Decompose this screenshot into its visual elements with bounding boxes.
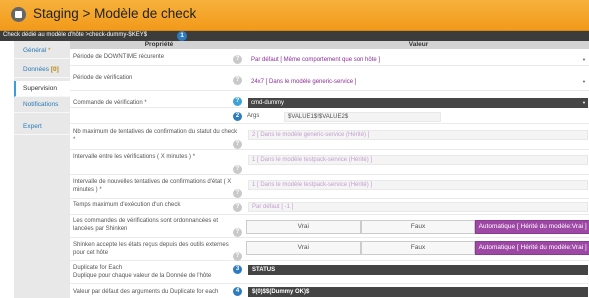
app-header: Staging > Modèle de check bbox=[0, 0, 589, 31]
check-command-select[interactable]: cmd-dummy ▼ bbox=[248, 98, 588, 108]
row-passive-checks: Shinken accepte les états reçus depuis d… bbox=[70, 239, 589, 261]
column-header-value: Valeur bbox=[248, 41, 589, 49]
help-icon[interactable]: ? bbox=[233, 140, 242, 149]
breadcrumb-text: Check dédié au modèle d'hôte >check-dumm… bbox=[3, 32, 148, 38]
timeout-input[interactable]: Par défaut [ -1 ] bbox=[248, 202, 588, 212]
help-icon[interactable]: ? bbox=[233, 97, 242, 106]
caret-down-icon: ▼ bbox=[582, 57, 586, 62]
help-icon[interactable]: ? bbox=[233, 55, 242, 64]
option-automatique[interactable]: Automatique [ Hérité du modèle:Vrai ] bbox=[475, 241, 589, 255]
tab-expert[interactable]: Expert bbox=[14, 119, 70, 135]
check-command-value: cmd-dummy bbox=[251, 100, 285, 106]
row-check-interval: Intervalle entre les vérifications ( X m… bbox=[70, 151, 589, 175]
caret-down-icon: ▼ bbox=[582, 79, 586, 84]
duplicate-for-each-input[interactable]: STATUS bbox=[248, 265, 588, 275]
check-interval-label: Intervalle entre les vérifications ( X m… bbox=[73, 154, 196, 160]
row-check-command: Commande de vérification * ? cmd-dummy ▼ bbox=[70, 96, 589, 108]
retry-interval-input[interactable]: 1 [ Dans le modèle testpack-service (Hér… bbox=[248, 180, 588, 190]
option-faux[interactable]: Faux bbox=[360, 241, 476, 255]
tab-expert-label: Expert bbox=[23, 123, 42, 130]
sidebar: Général * Données [0] Supervision Notifi… bbox=[14, 41, 70, 298]
required-mark: * bbox=[47, 47, 51, 54]
timeout-label: Temps maximum d'exécution d'un check bbox=[73, 202, 181, 208]
tab-notifications[interactable]: Notifications bbox=[14, 97, 70, 113]
duplicate-for-each-label: Duplicate for Each bbox=[73, 265, 123, 271]
downtime-select[interactable]: Par défaut [ Même comportement que son h… bbox=[248, 55, 588, 65]
row-check-period: Période de vérification ? 24x7 [ Dans le… bbox=[70, 69, 589, 91]
check-command-label: Commande de vérification * bbox=[73, 100, 147, 106]
args-label: Args bbox=[247, 113, 260, 119]
active-checks-toggle: Vrai Faux Automatique [ Hérité du modèle… bbox=[246, 220, 589, 234]
row-downtime: Période de DOWNTIME récurente ? Par défa… bbox=[70, 50, 589, 66]
step-badge-1: 1 bbox=[177, 31, 187, 41]
row-timeout: Temps maximum d'exécution d'un check ? P… bbox=[70, 200, 589, 215]
tab-supervision[interactable]: Supervision bbox=[14, 81, 70, 97]
column-header-property: Propriété bbox=[70, 41, 248, 49]
duplicate-default-input[interactable]: $(0)$$(Dummy OK)$ bbox=[248, 287, 588, 297]
duplicate-default-label: Valeur par défaut des arguments du Dupli… bbox=[73, 289, 219, 295]
row-duplicate-default: Valeur par défaut des arguments du Dupli… bbox=[70, 285, 589, 298]
tab-general-label: Général bbox=[23, 47, 47, 54]
breadcrumb: Check dédié au modèle d'hôte >check-dumm… bbox=[0, 31, 589, 41]
tab-donnees-label: Données bbox=[23, 66, 50, 73]
downtime-label: Période de DOWNTIME récurente bbox=[73, 54, 165, 60]
row-max-attempts: Nb maximum de tentatives de confirmation… bbox=[70, 126, 589, 150]
step-badge-2: 2 bbox=[233, 112, 242, 121]
help-icon[interactable]: ? bbox=[233, 165, 242, 174]
max-attempts-label: Nb maximum de tentatives de confirmation… bbox=[73, 129, 238, 143]
tab-donnees[interactable]: Données [0] bbox=[14, 62, 70, 78]
check-period-value: 24x7 [ Dans le modèle generic-service ] bbox=[251, 79, 357, 85]
downtime-value: Par défaut [ Même comportement que son h… bbox=[251, 57, 381, 63]
args-input[interactable]: $VALUE1$!$VALUE2$ bbox=[284, 112, 441, 122]
step-badge-4: 4 bbox=[233, 287, 242, 296]
duplicate-for-each-sublabel: Duplique pour chaque valeur de la Donnée… bbox=[73, 273, 212, 279]
check-period-select[interactable]: 24x7 [ Dans le modèle generic-service ] … bbox=[248, 77, 588, 87]
tab-general[interactable]: Général * bbox=[14, 43, 70, 59]
max-attempts-input[interactable]: 2 [ Dans le modèle generic-service (Héri… bbox=[248, 130, 588, 140]
caret-down-icon: ▼ bbox=[582, 100, 586, 105]
option-faux[interactable]: Faux bbox=[360, 220, 476, 234]
step-badge-3: 3 bbox=[233, 265, 242, 274]
active-checks-label: Les commandes de vérifications sont ordo… bbox=[73, 218, 219, 232]
option-vrai[interactable]: Vrai bbox=[246, 241, 361, 255]
option-vrai[interactable]: Vrai bbox=[246, 220, 361, 234]
page-title: Staging > Modèle de check bbox=[33, 6, 197, 21]
check-period-label: Période de vérification bbox=[73, 75, 133, 81]
option-automatique[interactable]: Automatique [ Hérité du modèle:Vrai ] bbox=[475, 220, 589, 234]
row-duplicate-for-each: Duplicate for Each Duplique pour chaque … bbox=[70, 262, 589, 284]
shinken-logo-icon bbox=[11, 7, 26, 22]
check-interval-input[interactable]: 1 [ Dans le modèle testpack-service (Hér… bbox=[248, 155, 588, 165]
passive-checks-toggle: Vrai Faux Automatique [ Hérité du modèle… bbox=[246, 241, 589, 255]
passive-checks-label: Shinken accepte les états reçus depuis d… bbox=[73, 242, 229, 256]
retry-interval-label: Intervalle de nouvelles tentatives de co… bbox=[73, 179, 232, 193]
help-icon[interactable]: ? bbox=[233, 189, 242, 198]
help-icon[interactable]: ? bbox=[233, 76, 242, 85]
help-icon[interactable]: ? bbox=[233, 203, 242, 212]
tab-notifications-label: Notifications bbox=[23, 101, 59, 108]
row-active-checks: Les commandes de vérifications sont ordo… bbox=[70, 216, 589, 238]
help-icon[interactable]: ? bbox=[233, 228, 242, 237]
tab-donnees-count: [0] bbox=[50, 66, 59, 73]
tab-supervision-label: Supervision bbox=[23, 85, 57, 92]
row-retry-interval: Intervalle de nouvelles tentatives de co… bbox=[70, 176, 589, 199]
row-args: 2 Args $VALUE1$!$VALUE2$ bbox=[70, 108, 589, 124]
help-icon[interactable]: ? bbox=[233, 252, 242, 261]
